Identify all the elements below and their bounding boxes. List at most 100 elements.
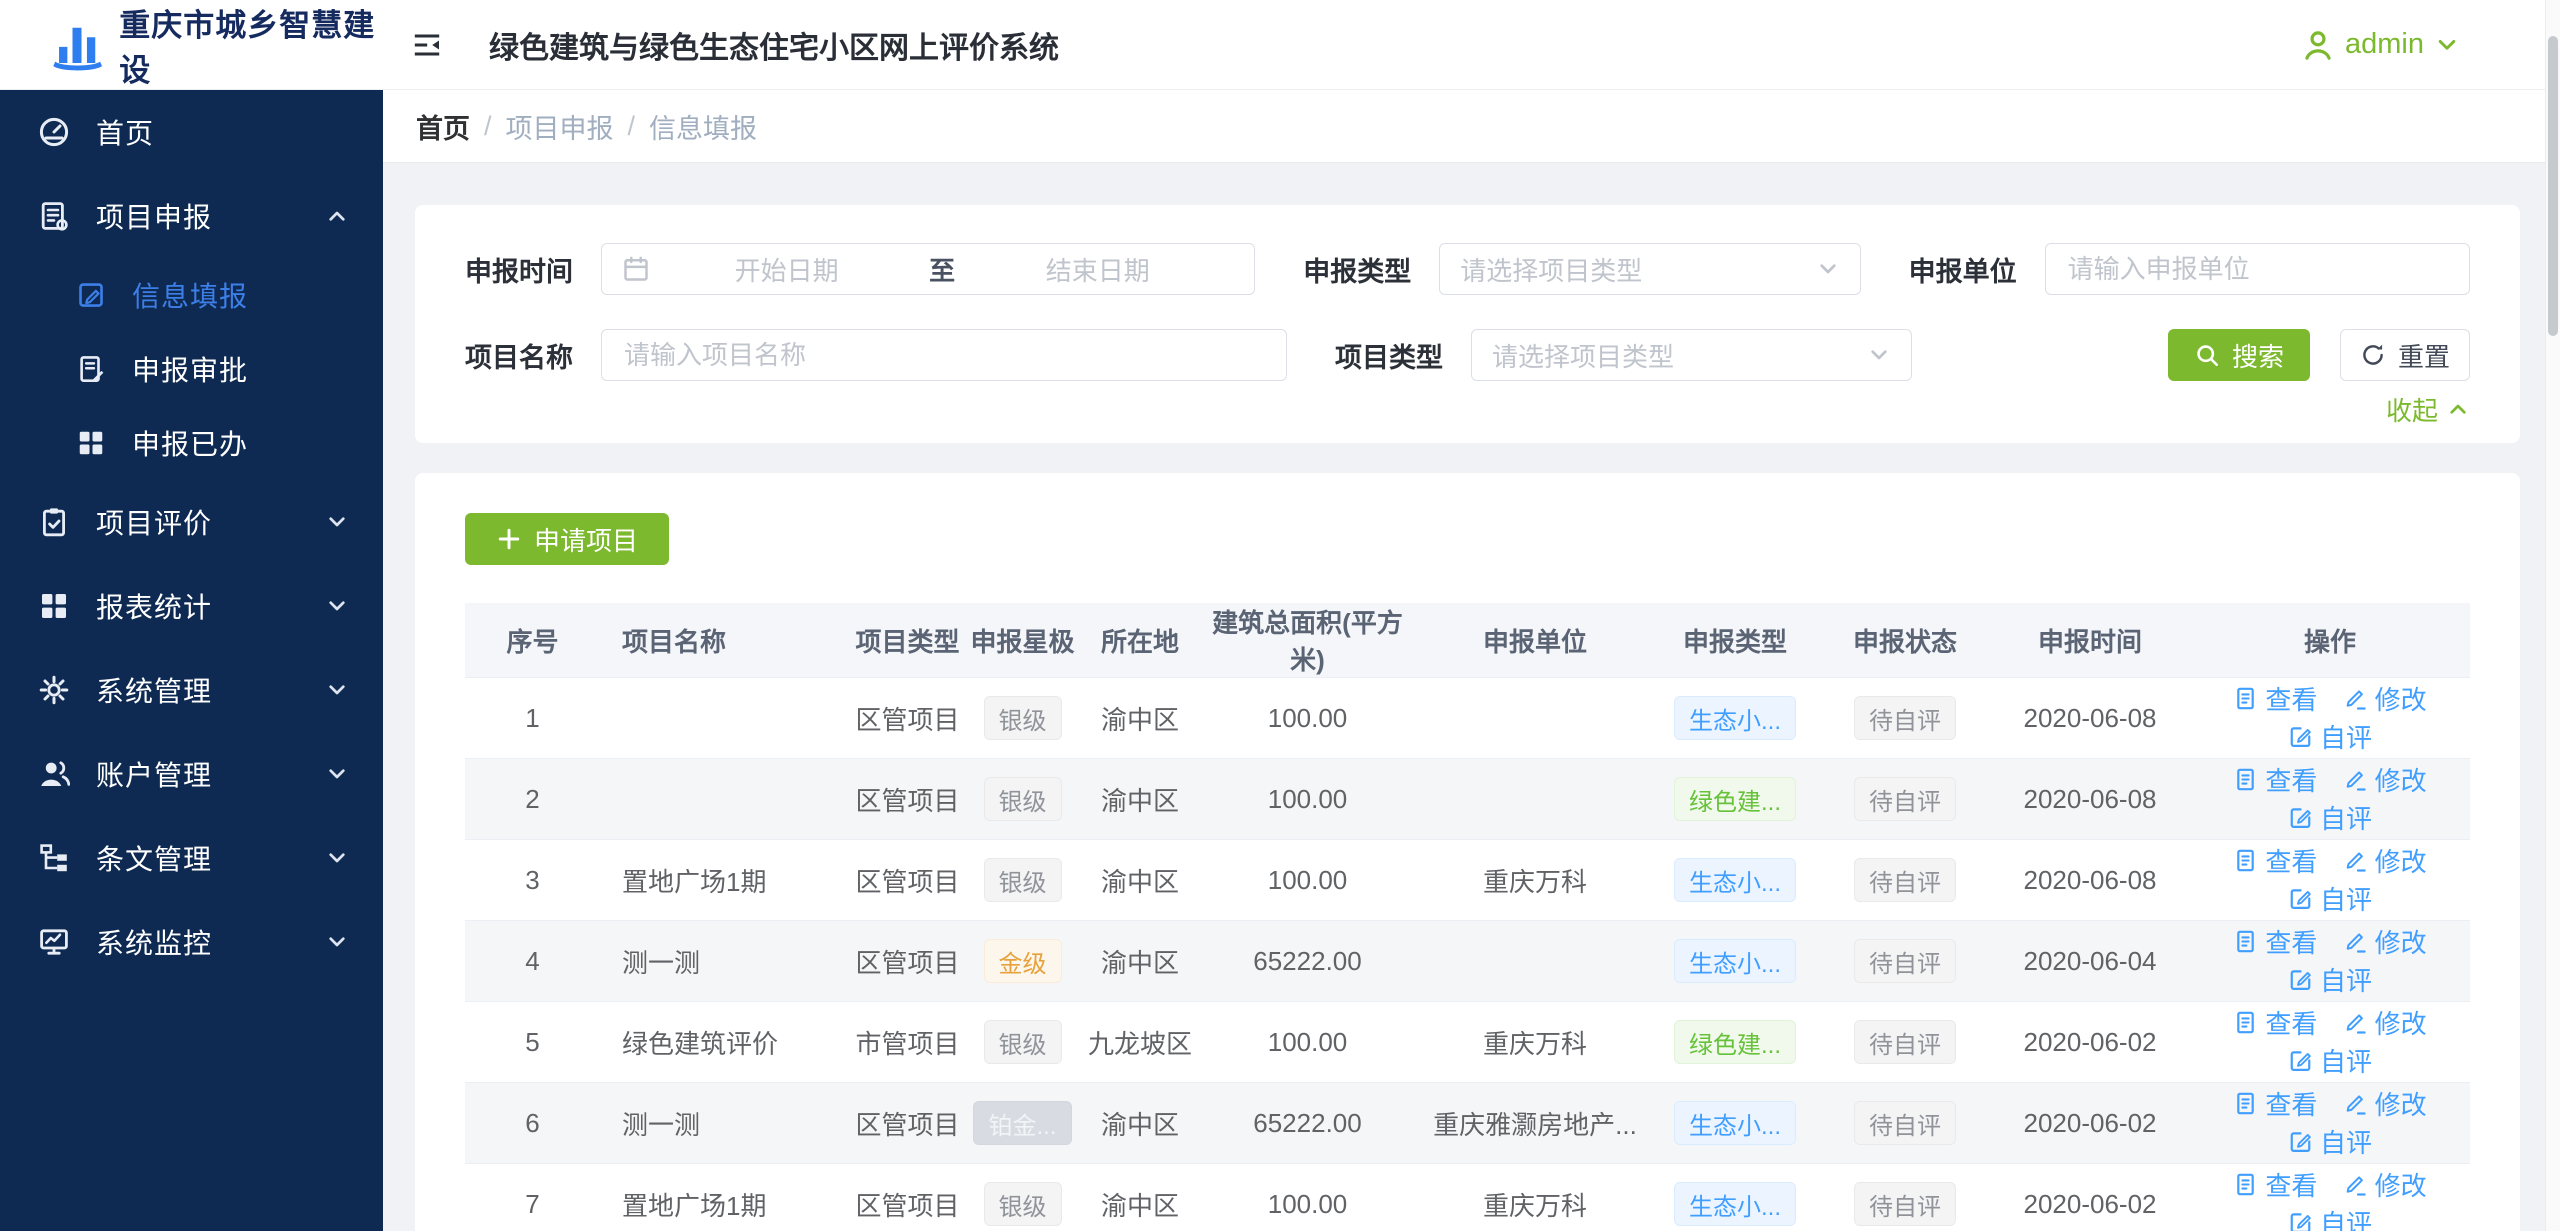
edit-square-icon — [2288, 724, 2313, 749]
sidebar-collapse-button[interactable] — [405, 23, 449, 67]
calendar-icon — [622, 255, 650, 283]
breadcrumb-project-declare[interactable]: 项目申报 — [506, 107, 614, 146]
search-button[interactable]: 搜索 — [2168, 329, 2310, 381]
self-evaluate-link[interactable]: 自评 — [2288, 718, 2372, 755]
edit-link[interactable]: 修改 — [2343, 1085, 2427, 1122]
edit-square-icon — [2288, 1129, 2313, 1154]
declare-type-tag: 生态小... — [1673, 939, 1796, 983]
self-evaluate-link[interactable]: 自评 — [2288, 961, 2372, 998]
collapse-filter-link[interactable]: 收起 — [2386, 391, 2470, 428]
sidebar: 首页 项目申报 信息填报 申报审批 申报已办 项目评价 报表统计 系统管理 账户… — [0, 90, 383, 1231]
content-area: 首页 / 项目申报 / 信息填报 申报时间 开始日期 至 结束日期 申报类型 请… — [383, 90, 2560, 1231]
view-link[interactable]: 查看 — [2233, 923, 2317, 960]
view-link[interactable]: 查看 — [2233, 842, 2317, 879]
breadcrumb-home[interactable]: 首页 — [416, 107, 470, 146]
project-type-select[interactable]: 请选择项目类型 — [1471, 329, 1912, 381]
chevron-up-icon — [325, 204, 349, 228]
sidebar-item-project-evaluate[interactable]: 项目评价 — [0, 480, 383, 564]
document-icon — [2233, 929, 2258, 954]
view-link[interactable]: 查看 — [2233, 680, 2317, 717]
declare-type-tag: 生态小... — [1673, 858, 1796, 902]
sidebar-item-system-monitor[interactable]: 系统监控 — [0, 900, 383, 984]
view-link[interactable]: 查看 — [2233, 1085, 2317, 1122]
sidebar-item-system-manage[interactable]: 系统管理 — [0, 648, 383, 732]
chevron-up-icon — [2446, 397, 2470, 421]
self-evaluate-link[interactable]: 自评 — [2288, 799, 2372, 836]
edit-link[interactable]: 修改 — [2343, 923, 2427, 960]
project-table: 序号 项目名称 项目类型 申报星极 所在地 建筑总面积(平方米) 申报单位 申报… — [465, 603, 2470, 1231]
date-range-picker[interactable]: 开始日期 至 结束日期 — [601, 243, 1256, 295]
building-logo-icon — [52, 17, 103, 73]
document-pen-icon — [76, 354, 106, 384]
report-unit-input[interactable] — [2044, 243, 2471, 295]
reset-button[interactable]: 重置 — [2340, 329, 2470, 381]
edit-square-icon — [2288, 1210, 2313, 1231]
sidebar-item-declare-approve[interactable]: 申报审批 — [0, 332, 383, 406]
document-icon — [2233, 767, 2258, 792]
filter-panel: 申报时间 开始日期 至 结束日期 申报类型 请选择项目类型 申报单位 请输入申报… — [415, 205, 2520, 443]
chevron-down-icon — [2434, 32, 2460, 58]
grid-icon — [76, 428, 106, 458]
edit-link[interactable]: 修改 — [2343, 1166, 2427, 1203]
header-actions: 操作 — [2190, 603, 2470, 678]
document-icon — [2233, 848, 2258, 873]
declare-type-tag: 绿色建... — [1673, 1020, 1796, 1064]
star-tag: 银级 — [983, 1182, 1062, 1226]
sidebar-item-info-fill[interactable]: 信息填报 — [0, 258, 383, 332]
header-area: 建筑总面积(平方米) — [1195, 603, 1420, 678]
scrollbar-thumb[interactable] — [2548, 36, 2558, 336]
edit-link[interactable]: 修改 — [2343, 761, 2427, 798]
top-bar: 重庆市城乡智慧建设 绿色建筑与绿色生态住宅小区网上评价系统 admin — [0, 0, 2560, 90]
edit-square-icon — [76, 280, 106, 310]
user-menu[interactable]: admin — [2301, 28, 2460, 62]
header-declare-type: 申报类型 — [1650, 603, 1820, 678]
sidebar-item-report-stats[interactable]: 报表统计 — [0, 564, 383, 648]
fold-icon — [412, 30, 442, 60]
header-location: 所在地 — [1085, 603, 1195, 678]
self-evaluate-link[interactable]: 自评 — [2288, 1042, 2372, 1079]
star-tag: 银级 — [983, 858, 1062, 902]
report-type-select[interactable]: 请选择项目类型 — [1439, 243, 1861, 295]
pen-icon — [2343, 767, 2368, 792]
chevron-down-icon — [325, 594, 349, 618]
sidebar-item-clause-manage[interactable]: 条文管理 — [0, 816, 383, 900]
self-evaluate-link[interactable]: 自评 — [2288, 880, 2372, 917]
edit-link[interactable]: 修改 — [2343, 1004, 2427, 1041]
sidebar-item-declare-done[interactable]: 申报已办 — [0, 406, 383, 480]
brand-title: 重庆市城乡智慧建设 — [119, 7, 376, 88]
sidebar-submenu-project-declare: 信息填报 申报审批 申报已办 — [0, 258, 383, 480]
sidebar-item-project-declare[interactable]: 项目申报 — [0, 174, 383, 258]
edit-link[interactable]: 修改 — [2343, 842, 2427, 879]
header-date: 申报时间 — [1990, 603, 2190, 678]
star-tag: 铂金... — [973, 1101, 1072, 1145]
pen-icon — [2343, 848, 2368, 873]
grid-icon — [38, 590, 70, 622]
project-name-label: 项目名称 — [465, 342, 573, 373]
view-link[interactable]: 查看 — [2233, 1004, 2317, 1041]
status-tag: 待自评 — [1854, 777, 1956, 821]
header-star: 申报星极 — [960, 603, 1085, 678]
pen-icon — [2343, 1010, 2368, 1035]
project-name-input[interactable] — [601, 329, 1287, 381]
apply-project-button[interactable]: 申请项目 — [465, 513, 670, 565]
sidebar-item-account-manage[interactable]: 账户管理 — [0, 732, 383, 816]
sidebar-item-home[interactable]: 首页 — [0, 90, 383, 174]
edit-link[interactable]: 修改 — [2343, 680, 2427, 717]
chevron-down-icon — [1867, 343, 1891, 367]
app-window: 重庆市城乡智慧建设 绿色建筑与绿色生态住宅小区网上评价系统 admin 首页 项… — [0, 0, 2560, 1231]
end-date-input[interactable]: 结束日期 — [961, 251, 1234, 288]
status-tag: 待自评 — [1854, 939, 1956, 983]
table-row: 7 置地广场1期 区管项目 银级 渝中区 100.00 重庆万科 生态小... … — [465, 1163, 2470, 1231]
document-icon — [2233, 686, 2258, 711]
view-link[interactable]: 查看 — [2233, 1166, 2317, 1203]
table-row: 1 区管项目 银级 渝中区 100.00 生态小... 待自评 2020-06-… — [465, 677, 2470, 759]
table-row: 3 置地广场1期 区管项目 银级 渝中区 100.00 重庆万科 生态小... … — [465, 839, 2470, 921]
date-separator: 至 — [929, 255, 956, 286]
self-evaluate-link[interactable]: 自评 — [2288, 1123, 2372, 1160]
view-link[interactable]: 查看 — [2233, 761, 2317, 798]
refresh-icon — [2360, 342, 2386, 368]
self-evaluate-link[interactable]: 自评 — [2288, 1204, 2372, 1231]
project-list-panel: 申请项目 序号 项目名称 项目类型 申报星极 所在地 建筑总面积(平方米) 申报… — [415, 473, 2520, 1231]
start-date-input[interactable]: 开始日期 — [650, 251, 923, 288]
header-unit: 申报单位 — [1420, 603, 1650, 678]
